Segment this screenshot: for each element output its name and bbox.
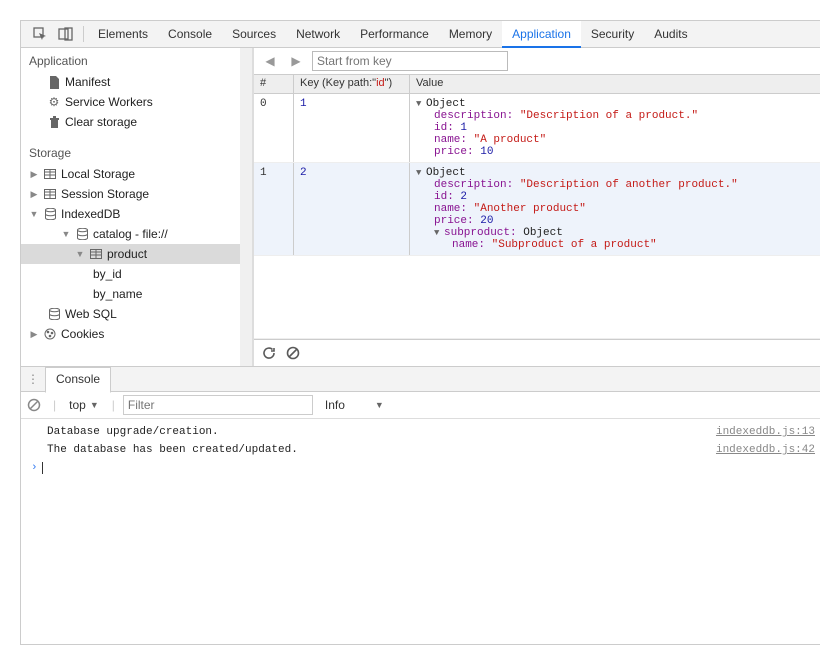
tab-network[interactable]: Network [286,21,350,48]
sidebar-item-service-workers[interactable]: ⚙ Service Workers [21,92,240,112]
log-source-link[interactable]: indexeddb.js:42 [716,444,820,456]
sidebar-item-cookies[interactable]: ▶ Cookies [21,324,240,344]
row-index: 1 [254,163,294,255]
sidebar-item-web-sql[interactable]: Web SQL [21,304,240,324]
collapse-icon[interactable]: ▼ [29,209,39,219]
sidebar-item-catalog[interactable]: ▼ catalog - file:// [21,224,240,244]
expand-icon[interactable]: ▶ [29,329,39,340]
object-store-toolbar: ◀ ▶ [254,48,820,75]
expand-icon[interactable]: ▶ [29,189,39,200]
row-key: 2 [294,163,410,255]
table-icon [43,187,57,201]
col-index[interactable]: # [254,75,294,93]
application-sidebar: Application Manifest ⚙ Service Workers C… [21,48,253,366]
tab-security[interactable]: Security [581,21,644,48]
clear-icon[interactable] [286,346,300,360]
scrollbar[interactable] [240,48,252,366]
close-icon[interactable]: ✕ [811,371,820,388]
section-application: Application [21,48,240,72]
chevron-down-icon: ▼ [90,400,99,410]
database-icon [47,307,61,321]
console-log-area: Database upgrade/creation. indexeddb.js:… [21,419,820,644]
row-index: 0 [254,94,294,162]
device-icon[interactable] [53,21,79,47]
collapse-icon[interactable]: ▼ [434,228,444,238]
tab-application[interactable]: Application [502,21,581,48]
prompt-icon: › [27,462,38,474]
sidebar-item-local-storage[interactable]: ▶ Local Storage [21,164,240,184]
gear-icon: ⚙ [47,95,61,109]
sidebar-item-by-id[interactable]: by_id [21,264,240,284]
database-icon [75,227,89,241]
trash-icon [47,115,61,129]
section-storage: Storage [21,140,240,164]
row-key: 1 [294,94,410,162]
row-value: ▼Object description: "Description of a p… [410,94,820,162]
col-value[interactable]: Value ▲▼ [410,75,820,93]
table-row[interactable]: 0 1 ▼Object description: "Description of… [254,94,820,163]
prev-page-icon[interactable]: ◀ [260,51,280,71]
object-store-pane: ◀ ▶ # Key (Key path:"id") Value ▲▼ 0 1 [253,48,820,366]
drawer-tab-console[interactable]: Console [45,367,111,393]
sidebar-item-by-name[interactable]: by_name [21,284,240,304]
chevron-down-icon: ▼ [375,400,384,410]
sidebar-item-clear-storage[interactable]: Clear storage [21,112,240,132]
start-key-input[interactable] [312,51,508,71]
row-value: ▼Object description: "Description of ano… [410,163,820,255]
col-key[interactable]: Key (Key path:"id") [294,75,410,93]
log-source-link[interactable]: indexeddb.js:13 [716,426,820,438]
log-entry[interactable]: Database upgrade/creation. indexeddb.js:… [27,423,820,441]
grid-footer [254,339,820,366]
table-row[interactable]: 1 2 ▼Object description: "Description of… [254,163,820,256]
file-icon [47,75,61,89]
sidebar-item-product[interactable]: ▼ product [21,244,240,264]
data-grid: # Key (Key path:"id") Value ▲▼ 0 1 ▼Obje… [254,75,820,366]
refresh-icon[interactable] [262,346,276,360]
console-prompt[interactable]: › [27,459,820,477]
collapse-icon[interactable]: ▼ [416,168,426,178]
table-icon [43,167,57,181]
sidebar-item-manifest[interactable]: Manifest [21,72,240,92]
context-selector[interactable]: top ▼ [64,397,104,413]
log-entry[interactable]: The database has been created/updated. i… [27,441,820,459]
sidebar-item-session-storage[interactable]: ▶ Session Storage [21,184,240,204]
next-page-icon[interactable]: ▶ [286,51,306,71]
grid-header: # Key (Key path:"id") Value ▲▼ [254,75,820,94]
separator [83,26,84,42]
cursor [42,462,43,474]
console-drawer-head: ⋮ Console ✕ [21,366,820,392]
tab-audits[interactable]: Audits [644,21,697,48]
tab-performance[interactable]: Performance [350,21,439,48]
tab-elements[interactable]: Elements [88,21,158,48]
collapse-icon[interactable]: ▼ [75,249,85,259]
database-icon [43,207,57,221]
clear-console-icon[interactable] [27,398,45,412]
devtools-tabs: Elements Console Sources Network Perform… [21,21,820,48]
cookie-icon [43,327,57,341]
console-filter-input[interactable] [123,395,313,415]
sidebar-item-indexeddb[interactable]: ▼ IndexedDB [21,204,240,224]
console-toolbar: | top ▼ | Info ▼ ⚙ [21,392,820,419]
tab-console[interactable]: Console [158,21,222,48]
drawer-handle-icon[interactable]: ⋮ [21,372,45,386]
tab-memory[interactable]: Memory [439,21,502,48]
collapse-icon[interactable]: ▼ [416,99,426,109]
kebab-icon[interactable]: ⋮ [811,24,820,44]
tab-sources[interactable]: Sources [222,21,286,48]
expand-icon[interactable]: ▶ [29,169,39,180]
log-level-selector[interactable]: Info ▼ [321,398,388,412]
inspect-icon[interactable] [27,21,53,47]
table-icon [89,247,103,261]
collapse-icon[interactable]: ▼ [61,229,71,239]
